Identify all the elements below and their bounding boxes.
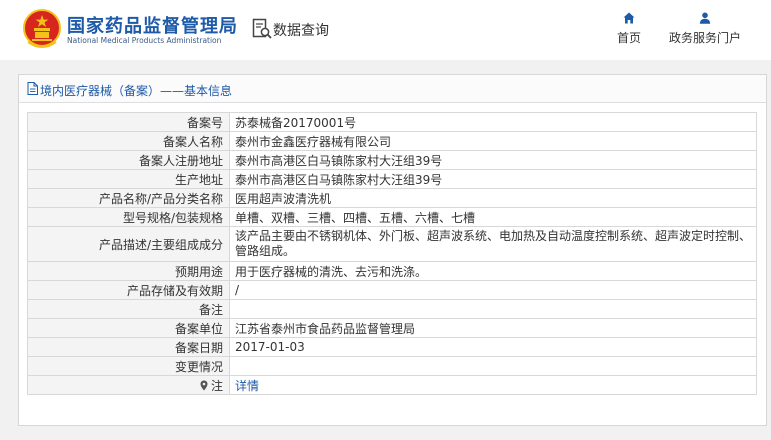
field-label: 产品描述/主要组成成分 — [27, 226, 230, 262]
brand-name-cn: 国家药品监督管理局 — [67, 16, 238, 37]
panel-title: 境内医疗器械（备案）——基本信息 — [40, 84, 233, 98]
field-value — [229, 356, 757, 376]
field-value: 2017-01-03 — [229, 337, 757, 357]
document-icon — [27, 82, 38, 95]
table-row: 产品存储及有效期 / — [27, 280, 757, 300]
field-label: 备案人注册地址 — [27, 150, 230, 170]
panel-header: 境内医疗器械（备案）——基本信息 — [19, 75, 766, 103]
table-row: 备案日期 2017-01-03 — [27, 337, 757, 357]
field-value — [229, 299, 757, 319]
table-row: 备案人注册地址 泰州市高港区白马镇陈家村大汪组39号 — [27, 150, 757, 170]
data-query-label: 数据查询 — [273, 23, 329, 39]
table-row: 注 详情 — [27, 375, 757, 395]
field-value: / — [229, 280, 757, 300]
user-icon — [699, 12, 711, 24]
field-label: 产品名称/产品分类名称 — [27, 188, 230, 208]
nav-gov-portal-label: 政务服务门户 — [668, 31, 741, 45]
field-value: 医用超声波清洗机 — [229, 188, 757, 208]
field-label: 型号规格/包装规格 — [27, 207, 230, 227]
site-header: 国家药品监督管理局 National Medical Products Admi… — [0, 0, 771, 60]
field-value: 泰州市高港区白马镇陈家村大汪组39号 — [229, 150, 757, 170]
location-pin-icon — [200, 380, 208, 390]
table-row: 产品名称/产品分类名称 医用超声波清洗机 — [27, 188, 757, 208]
nav-gov-portal[interactable]: 政务服务门户 — [665, 12, 745, 46]
table-row: 备案号 苏泰械备20170001号 — [27, 112, 757, 132]
field-value: 苏泰械备20170001号 — [229, 112, 757, 132]
field-label: 生产地址 — [27, 169, 230, 189]
table-row: 生产地址 泰州市高港区白马镇陈家村大汪组39号 — [27, 169, 757, 189]
table-row: 变更情况 — [27, 356, 757, 376]
detail-link[interactable]: 详情 — [235, 379, 259, 393]
field-label: 备案号 — [27, 112, 230, 132]
table-row: 备注 — [27, 299, 757, 319]
table-row: 预期用途 用于医疗器械的清洗、去污和洗涤。 — [27, 261, 757, 281]
field-label: 产品存储及有效期 — [27, 280, 230, 300]
home-icon — [623, 12, 635, 24]
field-label: 变更情况 — [27, 356, 230, 376]
field-label: 预期用途 — [27, 261, 230, 281]
table-row: 产品描述/主要组成成分 该产品主要由不锈钢机体、外门板、超声波系统、电加热及自动… — [27, 226, 757, 262]
table-row: 备案单位 江苏省泰州市食品药品监督管理局 — [27, 318, 757, 338]
field-value: 泰州市高港区白马镇陈家村大汪组39号 — [229, 169, 757, 189]
nav-home-label: 首页 — [616, 31, 641, 45]
field-label: 备案人名称 — [27, 131, 230, 151]
record-info-table: 备案号 苏泰械备20170001号 备案人名称 泰州市金鑫医疗器械有限公司 备案… — [27, 112, 757, 395]
field-value: 泰州市金鑫医疗器械有限公司 — [229, 131, 757, 151]
field-value: 该产品主要由不锈钢机体、外门板、超声波系统、电加热及自动温度控制系统、超声波定时… — [229, 226, 757, 262]
field-value: 单槽、双槽、三槽、四槽、五槽、六槽、七槽 — [229, 207, 757, 227]
field-label: 备案日期 — [27, 337, 230, 357]
field-label: 注 — [210, 378, 223, 393]
brand-name-en: National Medical Products Administration — [67, 36, 222, 45]
magnifier-document-icon — [252, 18, 272, 39]
note-label-cell: 注 — [27, 375, 230, 395]
table-row: 型号规格/包装规格 单槽、双槽、三槽、四槽、五槽、六槽、七槽 — [27, 207, 757, 227]
record-panel: 境内医疗器械（备案）——基本信息 备案号 苏泰械备20170001号 备案人名称… — [18, 74, 767, 426]
field-label: 备注 — [27, 299, 230, 319]
table-row: 备案人名称 泰州市金鑫医疗器械有限公司 — [27, 131, 757, 151]
field-value: 江苏省泰州市食品药品监督管理局 — [229, 318, 757, 338]
nav-home[interactable]: 首页 — [609, 12, 649, 46]
field-value-cell: 详情 — [229, 375, 757, 395]
field-label: 备案单位 — [27, 318, 230, 338]
field-value: 用于医疗器械的清洗、去污和洗涤。 — [229, 261, 757, 281]
national-emblem-icon — [23, 9, 61, 48]
